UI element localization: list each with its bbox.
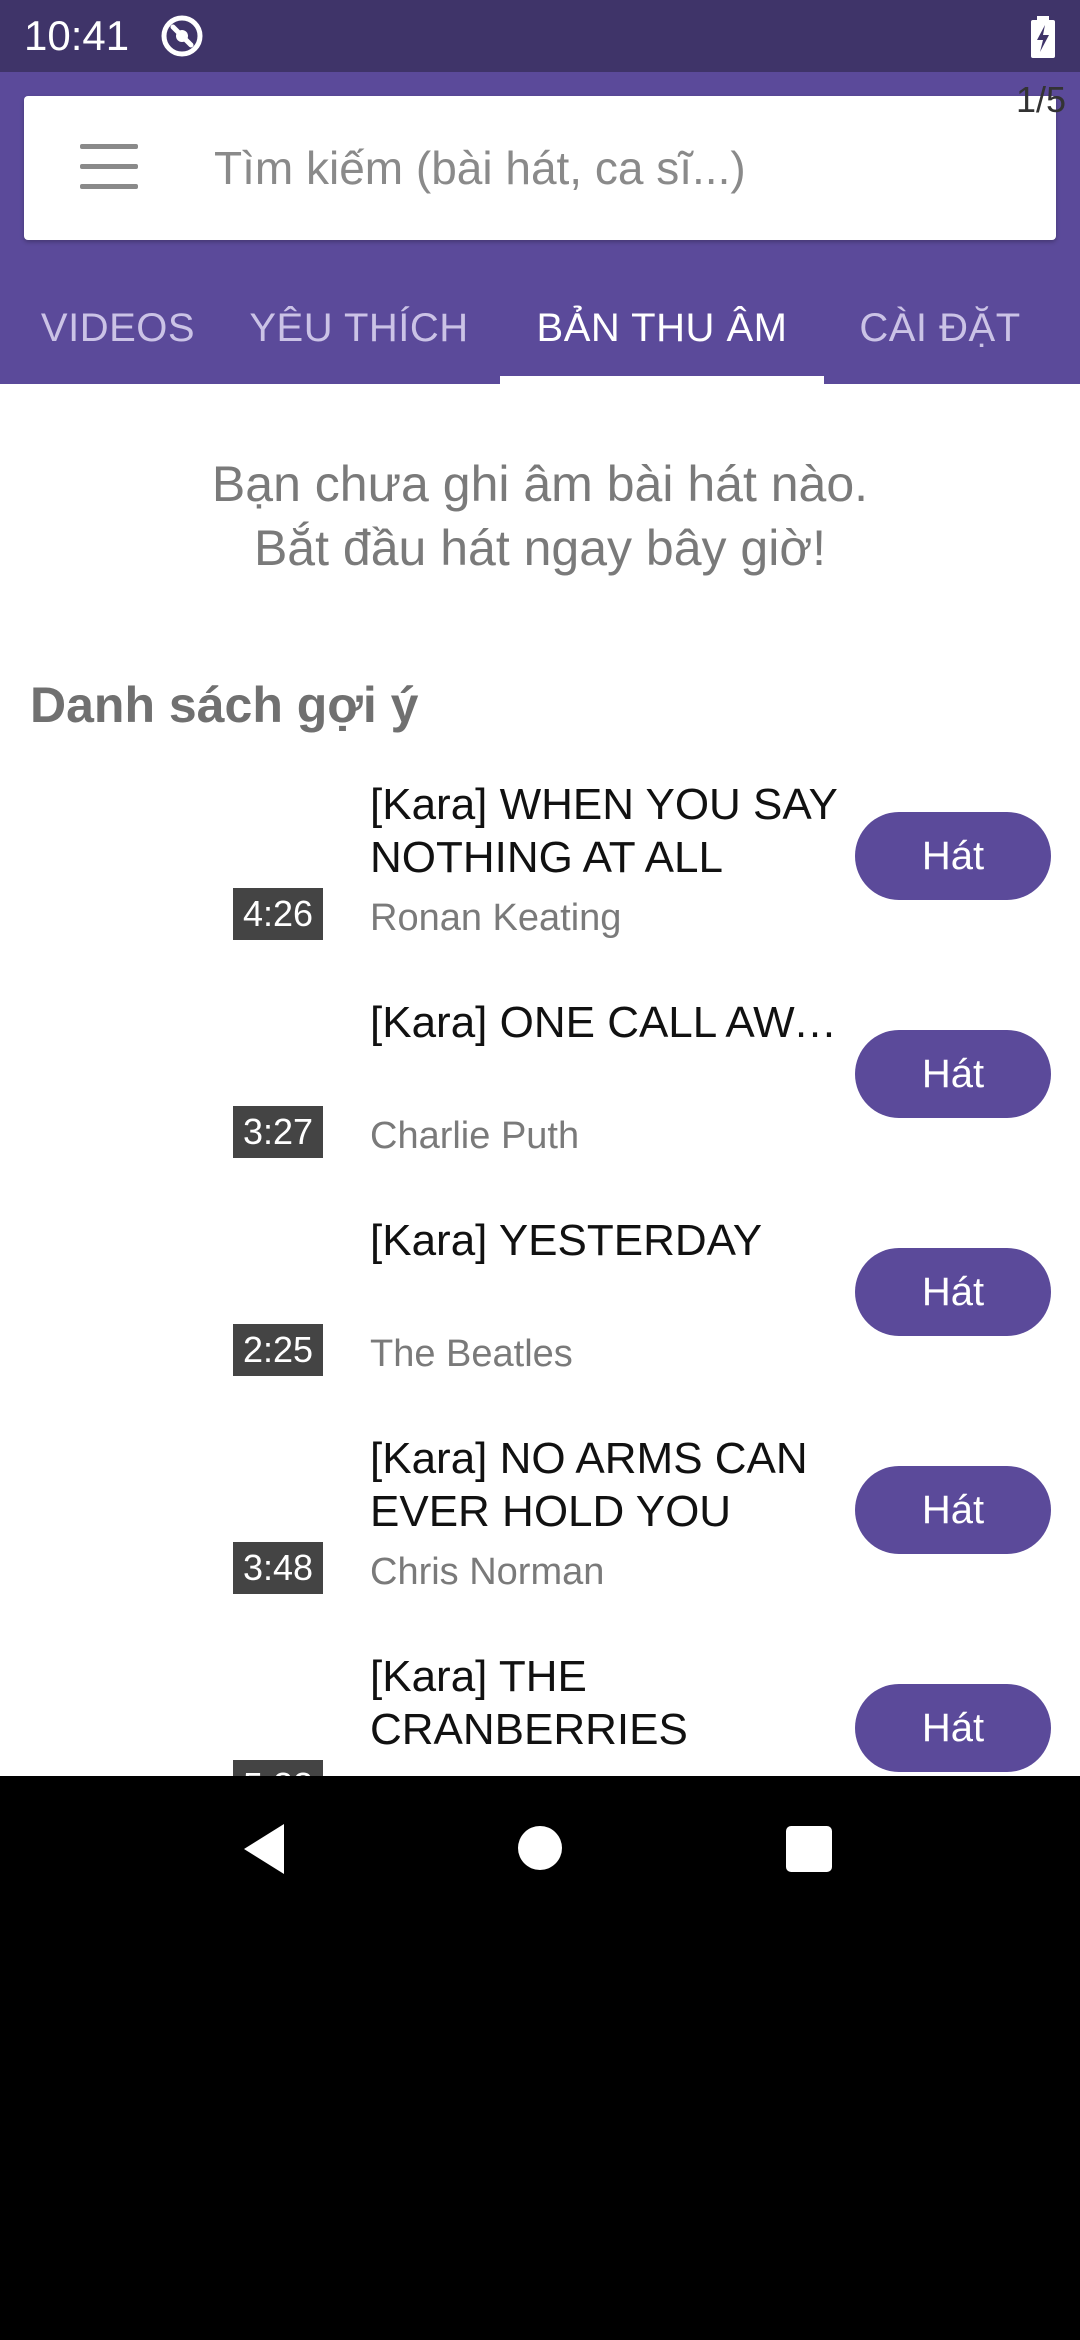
tab-videos[interactable]: VIDEOS: [20, 272, 216, 384]
empty-message-line-2: Bắt đầu hát ngay bây giờ!: [253, 520, 827, 576]
sing-button[interactable]: Hát: [855, 812, 1051, 900]
song-artist: The Beatles: [370, 1333, 573, 1375]
tab-recordings[interactable]: BẢN THU ÂM: [500, 272, 824, 384]
song-duration: 3:48: [233, 1542, 323, 1594]
recents-icon[interactable]: [786, 1826, 832, 1872]
song-title[interactable]: [Kara] NO ARMS CAN EVER HOLD YOU: [370, 1432, 842, 1538]
status-bar: 10:41: [0, 0, 1080, 72]
song-title[interactable]: [Kara] THE CRANBERRIES (ACOU...: [370, 1650, 842, 1756]
sing-button[interactable]: Hát: [855, 1030, 1051, 1118]
sing-button[interactable]: Hát: [855, 1684, 1051, 1772]
song-list-item[interactable]: 5:22 [Kara] THE CRANBERRIES (ACOU... Hát: [0, 1650, 1080, 1776]
page-indicator: 1/5: [1016, 79, 1067, 120]
song-title[interactable]: [Kara] WHEN YOU SAY NOTHING AT ALL: [370, 778, 842, 884]
active-tab-indicator: [500, 376, 824, 384]
home-icon[interactable]: [518, 1826, 562, 1870]
sing-button[interactable]: Hát: [855, 1466, 1051, 1554]
tab-favorites[interactable]: YÊU THÍCH: [240, 272, 478, 384]
song-duration: 2:25: [233, 1324, 323, 1376]
song-artist: Charlie Puth: [370, 1115, 580, 1157]
song-duration: 4:26: [233, 888, 323, 940]
song-duration: 3:27: [233, 1106, 323, 1158]
app-header: VIDEOS YÊU THÍCH BẢN THU ÂM CÀI ĐẶT: [0, 72, 1080, 384]
empty-message-line-1: Bạn chưa ghi âm bài hát nào.: [211, 456, 869, 512]
tab-settings[interactable]: CÀI ĐẶT: [848, 272, 1032, 384]
song-list-item[interactable]: 4:26 [Kara] WHEN YOU SAY NOTHING AT ALL …: [0, 778, 1080, 996]
empty-recordings-message: Bạn chưa ghi âm bài hát nào. Bắt đầu hát…: [0, 452, 1080, 580]
song-artist: Chris Norman: [370, 1551, 605, 1593]
system-navigation-bar: [0, 1776, 1080, 1920]
song-thumbnail[interactable]: [30, 1650, 324, 1776]
app-notification-icon: [161, 15, 203, 57]
search-input[interactable]: [214, 126, 1034, 210]
song-list-item[interactable]: 3:48 [Kara] NO ARMS CAN EVER HOLD YOU Ch…: [0, 1432, 1080, 1650]
back-icon[interactable]: [240, 1822, 288, 1876]
song-artist: Ronan Keating: [370, 897, 622, 939]
song-list-item[interactable]: 3:27 [Kara] ONE CALL AWAY Charlie Puth H…: [0, 996, 1080, 1214]
suggestions-title: Danh sách gợi ý: [30, 677, 419, 733]
sing-button[interactable]: Hát: [855, 1248, 1051, 1336]
search-box[interactable]: [24, 96, 1056, 240]
hamburger-menu-icon[interactable]: [80, 142, 140, 194]
status-time: 10:41: [24, 12, 130, 59]
app-screen: 10:41 VIDEOS YÊU THÍCH BẢN THU ÂM CÀI ĐẶ…: [0, 0, 1080, 1776]
battery-charging-icon: [1031, 16, 1055, 58]
song-title[interactable]: [Kara] ONE CALL AWAY: [370, 996, 842, 1049]
song-duration: 5:22: [233, 1760, 323, 1776]
song-list-item[interactable]: 2:25 [Kara] YESTERDAY The Beatles Hát: [0, 1214, 1080, 1432]
tab-bar: VIDEOS YÊU THÍCH BẢN THU ÂM CÀI ĐẶT: [0, 272, 1080, 384]
song-title[interactable]: [Kara] YESTERDAY: [370, 1214, 842, 1267]
